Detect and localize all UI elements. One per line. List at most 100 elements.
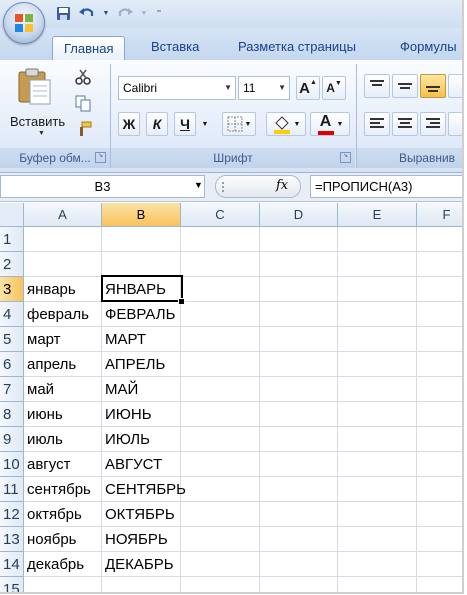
cell-c8[interactable]: [181, 402, 260, 427]
row-header[interactable]: 4: [0, 302, 24, 327]
cell-e6[interactable]: [338, 352, 417, 377]
orientation-button[interactable]: [448, 74, 462, 98]
align-left-button[interactable]: [364, 112, 390, 136]
cell-b5[interactable]: МАРТ: [102, 327, 181, 352]
align-center-button[interactable]: [392, 112, 418, 136]
clipboard-launcher-icon[interactable]: ↘: [95, 152, 106, 163]
insert-function-button[interactable]: fx: [276, 178, 288, 193]
cell-f14[interactable]: [417, 552, 462, 577]
office-button[interactable]: [3, 2, 45, 44]
cell-d12[interactable]: [260, 502, 338, 527]
fx-handle[interactable]: [222, 182, 232, 192]
redo-icon[interactable]: [116, 4, 134, 22]
cell-a7[interactable]: май: [24, 377, 102, 402]
cell-a11[interactable]: сентябрь: [24, 477, 102, 502]
shrink-font-button[interactable]: A ▼: [322, 76, 346, 100]
font-size-dropdown-icon[interactable]: ▼: [278, 77, 286, 99]
cell-a13[interactable]: ноябрь: [24, 527, 102, 552]
cell-f9[interactable]: [417, 427, 462, 452]
cell-d2[interactable]: [260, 252, 338, 277]
cell-e1[interactable]: [338, 227, 417, 252]
grow-font-button[interactable]: A ▲: [296, 76, 320, 100]
cell-d9[interactable]: [260, 427, 338, 452]
cell-d5[interactable]: [260, 327, 338, 352]
undo-dropdown-icon[interactable]: ▼: [102, 4, 110, 22]
row-header[interactable]: 14: [0, 552, 24, 577]
cell-e8[interactable]: [338, 402, 417, 427]
cell-b2[interactable]: [102, 252, 181, 277]
cell-f1[interactable]: [417, 227, 462, 252]
cell-b13[interactable]: НОЯБРЬ: [102, 527, 181, 552]
paste-button[interactable]: Вставить ▼: [4, 64, 66, 144]
cell-e5[interactable]: [338, 327, 417, 352]
cell-c3[interactable]: [181, 277, 260, 302]
fill-handle[interactable]: [178, 298, 185, 305]
cell-c12[interactable]: [181, 502, 260, 527]
cell-c5[interactable]: [181, 327, 260, 352]
formula-input[interactable]: =ПРОПИСН(A3): [310, 175, 462, 198]
row-header[interactable]: 8: [0, 402, 24, 427]
row-header[interactable]: 1: [0, 227, 24, 252]
save-icon[interactable]: [54, 4, 72, 22]
cell-f3[interactable]: [417, 277, 462, 302]
cell-f10[interactable]: [417, 452, 462, 477]
cell-c9[interactable]: [181, 427, 260, 452]
font-color-button[interactable]: A ▼: [310, 112, 350, 136]
cell-b4[interactable]: ФЕВРАЛЬ: [102, 302, 181, 327]
cell-b12[interactable]: ОКТЯБРЬ: [102, 502, 181, 527]
cell-f2[interactable]: [417, 252, 462, 277]
cell-a5[interactable]: март: [24, 327, 102, 352]
tab-home[interactable]: Главная: [52, 36, 126, 61]
column-header-b[interactable]: B: [102, 203, 181, 227]
redo-dropdown-icon[interactable]: ▼: [140, 4, 148, 22]
cell-e15[interactable]: [338, 577, 417, 592]
cell-a4[interactable]: февраль: [24, 302, 102, 327]
cell-c7[interactable]: [181, 377, 260, 402]
row-header[interactable]: 2: [0, 252, 24, 277]
font-name-combo[interactable]: Calibri ▼: [118, 76, 236, 100]
cell-c2[interactable]: [181, 252, 260, 277]
cell-b10[interactable]: АВГУСТ: [102, 452, 181, 477]
row-header[interactable]: 13: [0, 527, 24, 552]
cell-e10[interactable]: [338, 452, 417, 477]
tab-page-layout[interactable]: Разметка страницы: [238, 37, 356, 59]
undo-icon[interactable]: [78, 4, 96, 22]
cell-b7[interactable]: МАЙ: [102, 377, 181, 402]
cell-c11[interactable]: [181, 477, 260, 502]
cell-e13[interactable]: [338, 527, 417, 552]
cell-e9[interactable]: [338, 427, 417, 452]
underline-button[interactable]: Ч: [174, 112, 196, 136]
cell-d7[interactable]: [260, 377, 338, 402]
row-header[interactable]: 12: [0, 502, 24, 527]
tab-formulas[interactable]: Формулы: [400, 37, 457, 59]
cell-b9[interactable]: ИЮЛЬ: [102, 427, 181, 452]
cell-c6[interactable]: [181, 352, 260, 377]
cell-a9[interactable]: июль: [24, 427, 102, 452]
row-header[interactable]: 5: [0, 327, 24, 352]
cell-d4[interactable]: [260, 302, 338, 327]
italic-button[interactable]: К: [146, 112, 168, 136]
tab-insert[interactable]: Вставка: [151, 37, 199, 59]
cell-a10[interactable]: август: [24, 452, 102, 477]
cell-a8[interactable]: июнь: [24, 402, 102, 427]
cell-f4[interactable]: [417, 302, 462, 327]
cell-e3[interactable]: [338, 277, 417, 302]
cell-e12[interactable]: [338, 502, 417, 527]
align-bottom-button[interactable]: [420, 74, 446, 98]
row-header[interactable]: 6: [0, 352, 24, 377]
cell-b8[interactable]: ИЮНЬ: [102, 402, 181, 427]
cell-d15[interactable]: [260, 577, 338, 592]
cell-f6[interactable]: [417, 352, 462, 377]
cell-a6[interactable]: апрель: [24, 352, 102, 377]
cell-c15[interactable]: [181, 577, 260, 592]
cell-c1[interactable]: [181, 227, 260, 252]
cell-c4[interactable]: [181, 302, 260, 327]
cell-e11[interactable]: [338, 477, 417, 502]
cell-e14[interactable]: [338, 552, 417, 577]
borders-button[interactable]: ▼: [222, 112, 256, 136]
name-box[interactable]: B3: [0, 175, 205, 198]
cell-b15[interactable]: [102, 577, 181, 592]
cell-f12[interactable]: [417, 502, 462, 527]
column-header-a[interactable]: A: [24, 203, 102, 227]
cell-a2[interactable]: [24, 252, 102, 277]
